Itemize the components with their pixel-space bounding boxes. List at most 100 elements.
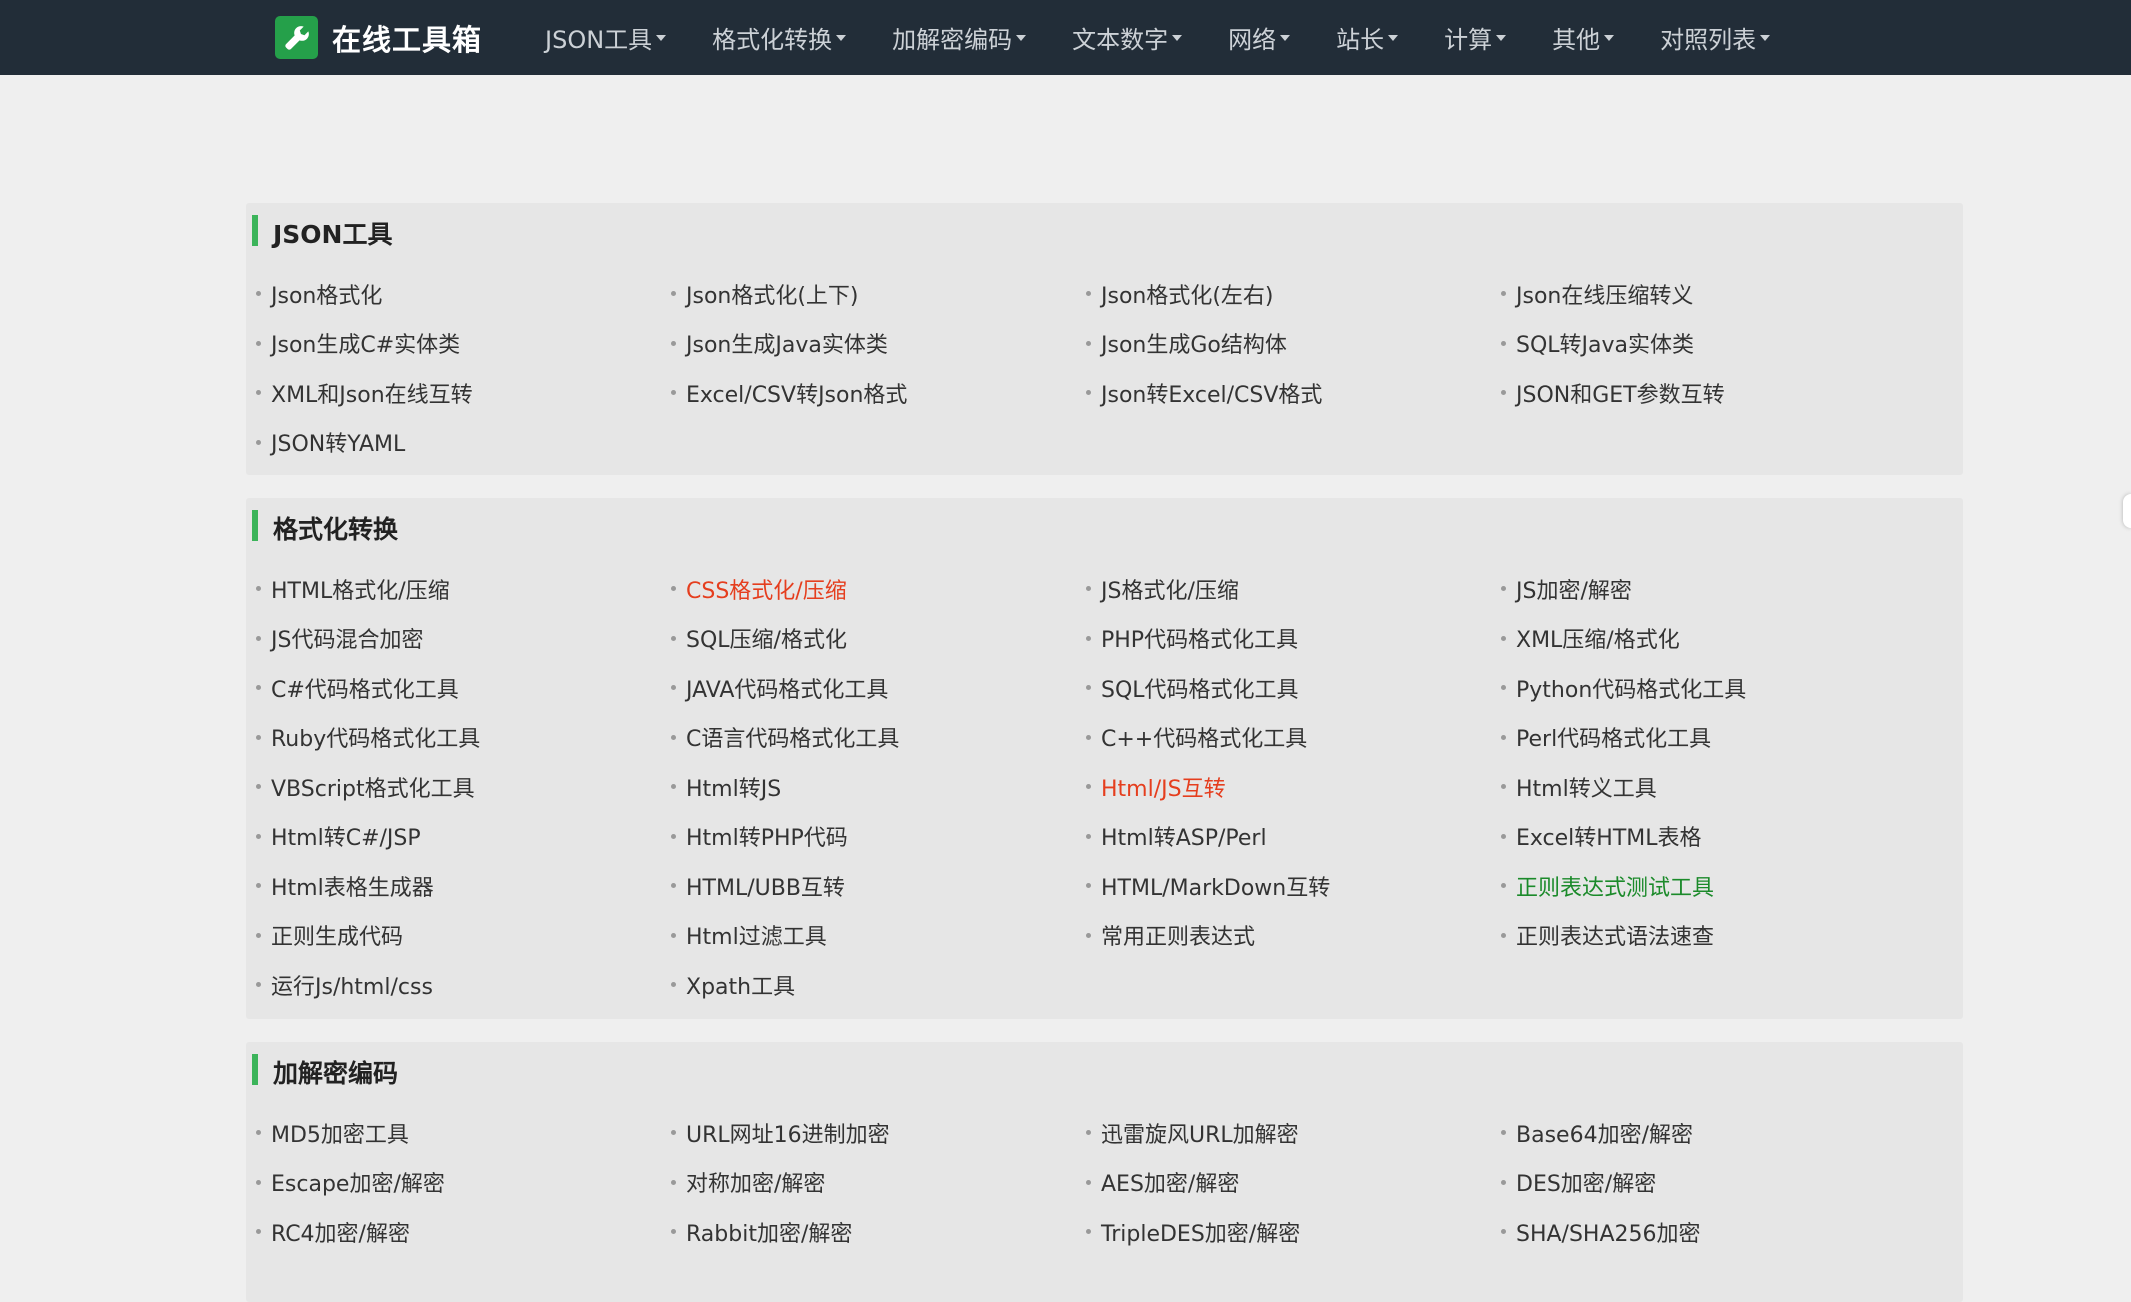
tool-link-label: Xpath工具 — [686, 974, 796, 1000]
tool-link[interactable]: C++代码格式化工具 — [1086, 713, 1501, 763]
nav-item-3[interactable]: 文本数字 — [1072, 20, 1183, 55]
tool-link[interactable]: Html/JS互转 — [1086, 762, 1501, 812]
tool-link[interactable]: MD5加密工具 — [256, 1108, 671, 1158]
tool-link[interactable]: Escape加密/解密 — [256, 1158, 671, 1208]
tool-link[interactable]: Html转ASP/Perl — [1086, 812, 1501, 862]
tool-link[interactable]: Excel转HTML表格 — [1501, 812, 1916, 862]
bullet-dot-icon — [1501, 1130, 1506, 1136]
tool-link[interactable]: Html转义工具 — [1501, 762, 1916, 812]
caret-down-icon — [1760, 34, 1771, 41]
nav-menu: JSON工具 格式化转换 加解密编码 文本数字 网络 站长 计算 其他 对照列表 — [522, 20, 1793, 55]
tool-link[interactable]: 正则表达式语法速查 — [1501, 911, 1916, 961]
tool-link[interactable]: Json生成Java实体类 — [671, 319, 1086, 369]
bullet-dot-icon — [256, 1179, 261, 1185]
tool-link[interactable]: Html表格生成器 — [256, 861, 671, 911]
tool-link[interactable]: 正则生成代码 — [256, 911, 671, 961]
tool-link[interactable]: HTML/UBB互转 — [671, 861, 1086, 911]
tool-link[interactable]: JAVA代码格式化工具 — [671, 663, 1086, 713]
nav-item-label: 格式化转换 — [712, 26, 833, 54]
tool-link[interactable]: C语言代码格式化工具 — [671, 713, 1086, 763]
tool-link[interactable]: JS加密/解密 — [1501, 564, 1916, 614]
tool-link-label: HTML/MarkDown互转 — [1101, 875, 1331, 901]
bullet-dot-icon — [1086, 390, 1091, 396]
tool-link[interactable]: Html转C#/JSP — [256, 812, 671, 862]
tool-link[interactable]: Rabbit加密/解密 — [671, 1207, 1086, 1257]
side-scroll-handle[interactable] — [2123, 494, 2131, 528]
nav-item-label: JSON工具 — [545, 26, 653, 54]
bullet-dot-icon — [1501, 685, 1506, 691]
tool-link[interactable]: HTML/MarkDown互转 — [1086, 861, 1501, 911]
tool-link[interactable]: Html转PHP代码 — [671, 812, 1086, 862]
tool-link[interactable]: Base64加密/解密 — [1501, 1108, 1916, 1158]
bullet-dot-icon — [671, 883, 676, 889]
nav-item-4[interactable]: 网络 — [1228, 20, 1291, 55]
tool-link[interactable]: XML和Json在线互转 — [256, 368, 671, 418]
tool-link[interactable]: 迅雷旋风URL加解密 — [1086, 1108, 1501, 1158]
tool-link[interactable]: SHA/SHA256加密 — [1501, 1207, 1916, 1257]
tool-link[interactable]: JSON转YAML — [256, 418, 671, 468]
tool-link[interactable]: PHP代码格式化工具 — [1086, 614, 1501, 664]
tool-link[interactable]: XML压缩/格式化 — [1501, 614, 1916, 664]
tool-link-label: TripleDES加密/解密 — [1101, 1221, 1301, 1247]
tool-link-grid: Json格式化 Json格式化(上下) Json格式化(左右) Json在线压缩转义 J… — [246, 269, 1963, 467]
nav-item-0[interactable]: JSON工具 — [545, 20, 667, 55]
nav-item-5[interactable]: 站长 — [1336, 20, 1399, 55]
bullet-dot-icon — [256, 340, 261, 346]
tool-link[interactable]: Json在线压缩转义 — [1501, 269, 1916, 319]
tool-link-label: 常用正则表达式 — [1101, 925, 1256, 951]
section-title: 格式化转换 — [273, 515, 399, 544]
bullet-dot-icon — [1501, 932, 1506, 938]
tool-link-label: Json在线压缩转义 — [1516, 283, 1694, 309]
nav-item-8[interactable]: 对照列表 — [1660, 20, 1771, 55]
tool-link[interactable]: Json转Excel/CSV格式 — [1086, 368, 1501, 418]
tool-link[interactable]: CSS格式化/压缩 — [671, 564, 1086, 614]
bullet-dot-icon — [1086, 784, 1091, 790]
tool-link[interactable]: Xpath工具 — [671, 960, 1086, 1010]
tool-link[interactable]: JSON和GET参数互转 — [1501, 368, 1916, 418]
bullet-dot-icon — [256, 734, 261, 740]
tool-link[interactable]: AES加密/解密 — [1086, 1158, 1501, 1208]
tool-link[interactable]: Excel/CSV转Json格式 — [671, 368, 1086, 418]
tool-link[interactable]: C#代码格式化工具 — [256, 663, 671, 713]
tool-link[interactable]: Python代码格式化工具 — [1501, 663, 1916, 713]
tool-link[interactable]: Json格式化(上下) — [671, 269, 1086, 319]
tool-link[interactable]: Json生成Go结构体 — [1086, 319, 1501, 369]
tool-link[interactable]: TripleDES加密/解密 — [1086, 1207, 1501, 1257]
nav-item-6[interactable]: 计算 — [1444, 20, 1507, 55]
nav-item-2[interactable]: 加解密编码 — [892, 20, 1027, 55]
tool-link[interactable]: Html转JS — [671, 762, 1086, 812]
tool-link[interactable]: Ruby代码格式化工具 — [256, 713, 671, 763]
tool-link[interactable]: Perl代码格式化工具 — [1501, 713, 1916, 763]
tool-link[interactable]: 运行Js/html/css — [256, 960, 671, 1010]
caret-down-icon — [1016, 34, 1027, 41]
nav-item-label: 站长 — [1336, 26, 1385, 54]
tool-link[interactable]: URL网址16进制加密 — [671, 1108, 1086, 1158]
tool-link[interactable]: Json格式化(左右) — [1086, 269, 1501, 319]
tool-link[interactable]: Json格式化 — [256, 269, 671, 319]
tool-link[interactable]: Html过滤工具 — [671, 911, 1086, 961]
tool-link-label: Escape加密/解密 — [271, 1172, 445, 1198]
tool-link-label: Rabbit加密/解密 — [686, 1221, 853, 1247]
tool-link[interactable]: DES加密/解密 — [1501, 1158, 1916, 1208]
tool-link[interactable]: SQL压缩/格式化 — [671, 614, 1086, 664]
tool-link[interactable]: VBScript格式化工具 — [256, 762, 671, 812]
tool-link[interactable]: SQL代码格式化工具 — [1086, 663, 1501, 713]
tool-link[interactable]: RC4加密/解密 — [256, 1207, 671, 1257]
nav-item-7[interactable]: 其他 — [1552, 20, 1615, 55]
tool-link-label: SQL代码格式化工具 — [1101, 677, 1299, 703]
bullet-dot-icon — [671, 833, 676, 839]
brand[interactable]: 在线工具箱 — [275, 16, 482, 59]
caret-down-icon — [1280, 34, 1291, 41]
tool-link[interactable]: HTML格式化/压缩 — [256, 564, 671, 614]
tool-link[interactable]: JS格式化/压缩 — [1086, 564, 1501, 614]
tool-link[interactable]: JS代码混合加密 — [256, 614, 671, 664]
tool-link[interactable]: 对称加密/解密 — [671, 1158, 1086, 1208]
tool-link[interactable]: Json生成C#实体类 — [256, 319, 671, 369]
tool-link[interactable]: SQL转Java实体类 — [1501, 319, 1916, 369]
tool-link-label: JSON转YAML — [271, 432, 406, 458]
tool-link[interactable]: 常用正则表达式 — [1086, 911, 1501, 961]
tool-link[interactable]: 正则表达式测试工具 — [1501, 861, 1916, 911]
bullet-dot-icon — [1086, 1229, 1091, 1235]
nav-item-1[interactable]: 格式化转换 — [712, 20, 847, 55]
tool-link-label: URL网址16进制加密 — [686, 1122, 890, 1148]
